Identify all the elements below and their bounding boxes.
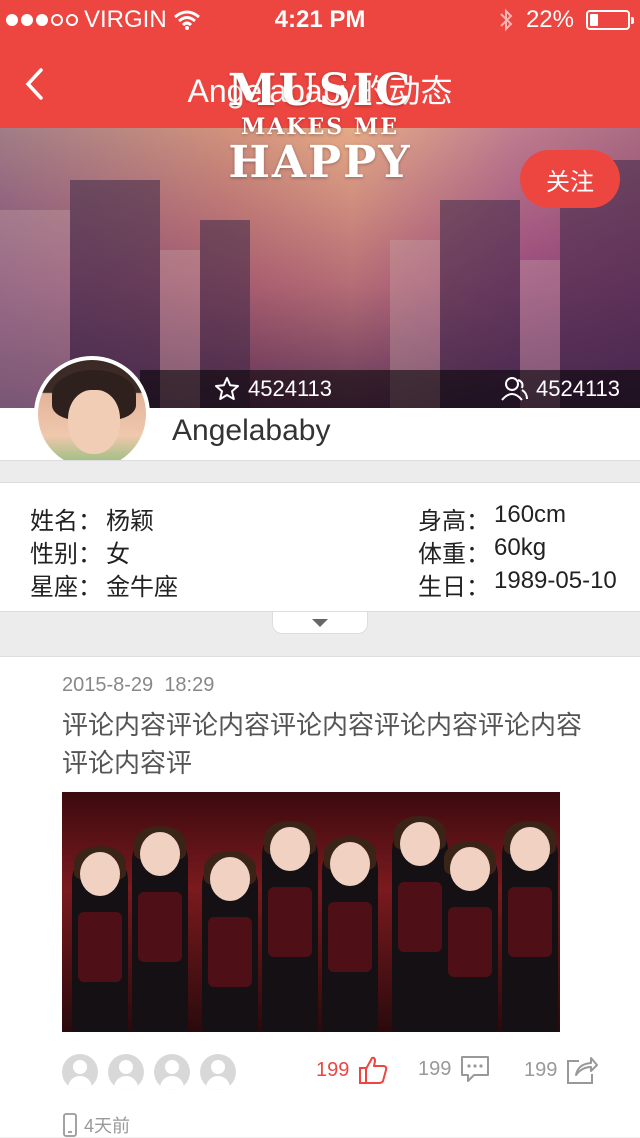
fans-count: 4524113: [536, 376, 621, 401]
info-name: 姓名： 杨颖: [30, 501, 154, 536]
info-birthday: 生日： 1989-05-10: [418, 567, 617, 602]
battery-percent: 22%: [525, 6, 574, 33]
stats-bar: 4524113 4524113: [140, 370, 640, 408]
info-height: 身高： 160cm: [418, 501, 566, 536]
stars-count: 4524113: [248, 376, 333, 401]
star-icon: [215, 377, 239, 400]
info-gender-value: 女: [106, 541, 130, 568]
follow-button[interactable]: 关注: [520, 150, 620, 208]
post-timestamp: 2015-8-29 18:29: [62, 674, 214, 697]
comment-icon: [461, 1056, 490, 1082]
stars-stat[interactable]: 4524113: [214, 376, 332, 402]
info-height-value: 160cm: [494, 501, 567, 528]
thumbs-up-icon: [359, 1056, 388, 1084]
fans-stat[interactable]: 4524113: [500, 376, 620, 402]
comment-count: 199: [418, 1057, 452, 1080]
share-count: 199: [524, 1058, 558, 1081]
relative-time: 4天前: [84, 1116, 131, 1136]
info-zodiac-value: 金牛座: [106, 574, 178, 601]
info-birthday-label: 生日：: [418, 574, 490, 601]
expand-toggle[interactable]: [272, 612, 368, 634]
post-source: 4天前: [62, 1112, 130, 1138]
bluetooth-icon: [500, 8, 513, 32]
likers-list: [62, 1054, 236, 1090]
banner-line-1: MUSIC: [227, 65, 413, 116]
like-count: 199: [316, 1058, 350, 1081]
info-birthday-value: 1989-05-10: [494, 567, 617, 594]
info-weight-value: 60kg: [494, 534, 547, 561]
liker-avatar[interactable]: [62, 1054, 98, 1090]
status-right: 22%: [498, 6, 634, 34]
profile-name: Angelababy: [172, 414, 331, 447]
phone-icon: [63, 1113, 77, 1137]
info-gender: 性别：女: [30, 534, 130, 569]
info-weight: 体重： 60kg: [418, 534, 546, 569]
share-button[interactable]: 199: [524, 1054, 599, 1086]
info-gender-label: 性别：: [30, 541, 102, 568]
post-content: 评论内容评论内容评论内容评论内容评论内容评论内容评: [62, 710, 583, 778]
like-button[interactable]: 199: [316, 1054, 389, 1086]
liker-avatar[interactable]: [154, 1054, 190, 1090]
info-zodiac-label: 星座：: [30, 574, 102, 601]
post-time: 18:29: [164, 674, 215, 696]
avatar[interactable]: [34, 356, 150, 472]
post-image[interactable]: [62, 792, 560, 1032]
section-divider: [0, 460, 640, 483]
post-date: 2015-8-29: [62, 674, 154, 696]
share-icon: [567, 1057, 599, 1084]
liker-avatar[interactable]: [108, 1054, 144, 1090]
battery-icon: [586, 10, 634, 30]
info-zodiac: 星座： 金牛座: [30, 567, 178, 602]
info-name-label: 姓名：: [30, 508, 102, 535]
liker-avatar[interactable]: [200, 1054, 236, 1090]
comment-button[interactable]: 199: [418, 1054, 491, 1084]
info-weight-label: 体重：: [418, 541, 490, 568]
users-icon: [501, 377, 528, 401]
status-bar: VIRGIN 4:21 PM 22%: [0, 0, 640, 40]
info-name-value: 杨颖: [106, 508, 154, 535]
profile-info: 姓名： 杨颖 性别：女 星座： 金牛座 身高： 160cm 体重： 60kg 生日： 19…: [0, 482, 640, 612]
caret-down-icon: [312, 618, 328, 627]
info-height-label: 身高：: [418, 508, 490, 535]
